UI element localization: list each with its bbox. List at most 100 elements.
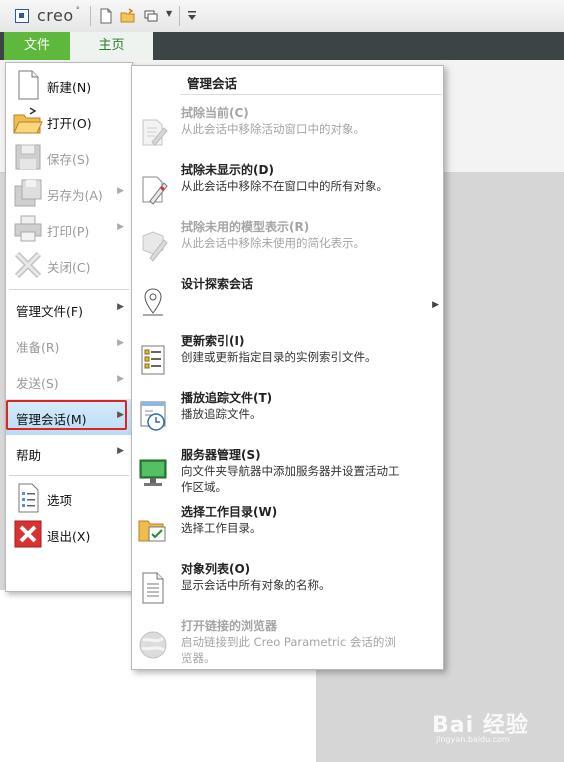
menu-item-label: 管理文件(F) [16,304,83,319]
close-x-icon [14,251,42,279]
play-trail-icon [140,401,166,431]
submenu-item-desc: 从此会话中移除活动窗口中的对象。 [181,122,365,136]
erase-unused-reps-icon [142,231,168,262]
menu-item-prepare[interactable]: 准备(R) ▶ [6,327,132,363]
submenu-item-update-index[interactable]: 更新索引(I) 创建或更新指定目录的实例索引文件。 [132,332,443,388]
menu-item-label: 打开(O) [47,116,92,131]
printer-icon [14,215,42,242]
submenu-title: 管理会话 [187,76,238,91]
manage-session-submenu: 管理会话 拭除当前(C) 从此会话中移除活动窗口中的对象。 拭除未显示的(D) … [131,65,444,670]
submenu-item-desc: 显示会话中所有对象的名称。 [181,578,331,592]
submenu-item-play-trail[interactable]: 播放追踪文件(T) 播放追踪文件。 [132,389,443,445]
submenu-item-title: 选择工作目录(W) [181,505,278,519]
submenu-item-title: 打开链接的浏览器 [181,619,278,633]
toolbar-divider [90,6,91,26]
menu-item-send[interactable]: 发送(S) ▶ [6,363,132,399]
creo-logo-icon [15,9,29,23]
submenu-item-title: 拭除当前(C) [181,106,249,120]
menu-item-save[interactable]: 保存(S) [6,139,132,175]
menu-item-label: 新建(N) [47,80,92,95]
index-list-icon [141,345,165,375]
new-file-icon[interactable] [98,8,114,24]
submenu-arrow-icon: ▶ [117,222,124,232]
menu-item-label: 准备(R) [16,340,60,355]
selection-highlight-outline [6,400,127,430]
menu-item-label: 选项 [47,493,73,508]
submenu-item-desc: 选择工作目录。 [181,521,262,535]
submenu-divider [180,94,442,95]
save-disk-icon [15,144,41,170]
menu-item-label: 帮助 [16,448,42,463]
map-pin-icon [143,288,163,316]
menu-divider [9,289,129,290]
submenu-item-desc: 创建或更新指定目录的实例索引文件。 [181,350,377,364]
submenu-item-design-exploration[interactable]: 设计探索会话 ▶ [132,275,443,331]
submenu-arrow-icon: ▶ [117,302,124,312]
erase-current-icon [142,119,168,146]
submenu-arrow-icon: ▶ [432,300,439,310]
baidu-jingyan-watermark: Bai 经验 jingyan.baidu.com [432,705,558,745]
exit-icon [14,520,42,548]
menu-item-exit[interactable]: 退出(X) [6,516,132,552]
menu-item-label: 打印(P) [47,224,90,239]
submenu-item-erase-unused-reps[interactable]: 拭除未用的模型表示(R) 从此会话中移除未使用的简化表示。 [132,218,443,274]
submenu-item-select-working-dir[interactable]: 选择工作目录(W) 选择工作目录。 [132,503,443,559]
toolbar-divider [179,6,180,26]
browser-globe-icon [139,631,167,659]
submenu-arrow-icon: ▶ [117,338,124,348]
submenu-item-object-list[interactable]: 对象列表(O) 显示会话中所有对象的名称。 [132,560,443,616]
open-folder-icon[interactable] [120,8,136,24]
submenu-item-title: 对象列表(O) [181,562,251,576]
submenu-arrow-icon: ▶ [117,186,124,196]
menu-item-manage-file[interactable]: 管理文件(F) ▶ [6,291,132,327]
folder-check-icon [138,520,166,542]
submenu-item-title: 设计探索会话 [181,277,254,291]
app-name: creo [37,6,74,25]
ribbon-tab-bar: 文件 主页 [0,32,564,60]
menu-item-label: 另存为(A) [47,188,103,203]
menu-item-label: 发送(S) [16,376,59,391]
submenu-item-title: 更新索引(I) [181,334,245,348]
submenu-item-desc: 从此会话中移除未使用的简化表示。 [181,236,365,250]
submenu-item-desc: 向文件夹导航器中添加服务器并设置活动工作区域。 [181,464,400,494]
file-menu: 新建(N) 打开(O) 保存(S) 另存为(A) ▶ 打印(P) ▶ 关闭(C)… [5,62,133,592]
save-as-icon [14,179,42,207]
quick-access-toolbar: creo ° ▼ [0,0,564,33]
menu-divider [9,475,129,476]
submenu-arrow-icon: ▶ [117,374,124,384]
erase-not-displayed-icon [142,176,168,205]
submenu-item-erase-current[interactable]: 拭除当前(C) 从此会话中移除活动窗口中的对象。 [132,104,443,160]
menu-item-open[interactable]: 打开(O) [6,103,132,139]
menu-item-save-as[interactable]: 另存为(A) ▶ [6,175,132,211]
menu-item-options[interactable]: 选项 [6,480,132,516]
watermark-subtext: jingyan.baidu.com [436,735,510,744]
menu-item-label: 保存(S) [47,152,90,167]
new-file-icon [18,70,39,100]
submenu-item-title: 播放追踪文件(T) [181,391,273,405]
submenu-item-title: 服务器管理(S) [181,448,261,462]
submenu-item-server-management[interactable]: 服务器管理(S) 向文件夹导航器中添加服务器并设置活动工作区域。 [132,446,443,502]
window-tile-icon[interactable] [143,8,159,24]
menu-item-new[interactable]: 新建(N) [6,67,132,103]
submenu-item-erase-not-displayed[interactable]: 拭除未显示的(D) 从此会话中移除不在窗口中的所有对象。 [132,161,443,217]
submenu-item-title: 拭除未用的模型表示(R) [181,220,310,234]
customize-toolbar-icon[interactable] [184,8,200,24]
open-folder-icon [13,107,43,134]
object-list-icon [142,572,164,604]
menu-item-label: 关闭(C) [47,260,91,275]
server-monitor-icon [139,459,167,486]
options-list-icon [18,483,39,513]
menu-item-close[interactable]: 关闭(C) [6,247,132,283]
menu-item-help[interactable]: 帮助 ▶ [6,435,132,471]
submenu-item-title: 拭除未显示的(D) [181,163,274,177]
submenu-item-desc: 从此会话中移除不在窗口中的所有对象。 [181,179,388,193]
app-name-trademark: ° [76,6,80,14]
submenu-item-desc: 播放追踪文件。 [181,407,262,421]
tab-home[interactable]: 主页 [70,32,153,60]
submenu-item-open-linked-browser[interactable]: 打开链接的浏览器 启动链接到此 Creo Parametric 会话的浏览器。 [132,617,443,673]
submenu-item-desc: 启动链接到此 Creo Parametric 会话的浏览器。 [181,635,396,665]
submenu-arrow-icon: ▶ [117,446,124,456]
menu-item-label: 退出(X) [47,529,91,544]
tab-file[interactable]: 文件 [4,32,70,60]
menu-item-print[interactable]: 打印(P) ▶ [6,211,132,247]
